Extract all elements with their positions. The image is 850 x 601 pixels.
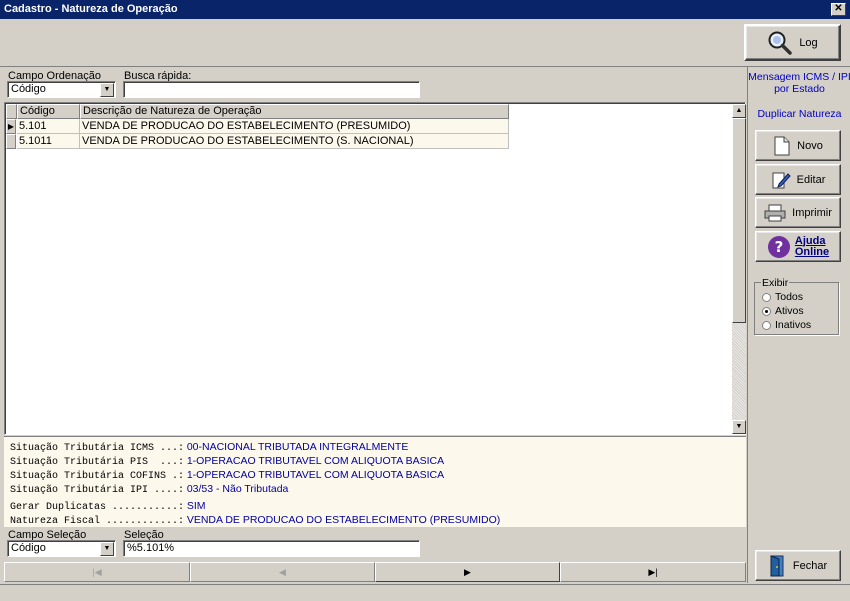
- nav-prev-button[interactable]: ◀: [190, 562, 375, 582]
- nav-last-button[interactable]: ▶|: [560, 562, 746, 582]
- selection-field-value: Código: [11, 542, 46, 554]
- grid-cell-description[interactable]: VENDA DE PRODUCAO DO ESTABELECIMENTO (S.…: [80, 134, 509, 149]
- show-group-label: Exibir: [761, 277, 790, 289]
- svg-text:?: ?: [775, 238, 784, 256]
- scroll-up-button[interactable]: ▲: [732, 104, 746, 118]
- radio-all[interactable]: Todos: [762, 291, 803, 303]
- help-question-icon: ?: [767, 235, 790, 258]
- radio-button[interactable]: [762, 320, 771, 330]
- printer-icon: [764, 204, 786, 221]
- chevron-down-icon[interactable]: ▼: [100, 83, 114, 97]
- detail-row-cofins: Situação Tributária COFINS .: 1-OPERACAO…: [10, 469, 445, 482]
- new-button[interactable]: Novo: [755, 130, 841, 161]
- nav-first-button[interactable]: |◀: [4, 562, 190, 582]
- radio-button[interactable]: [762, 292, 771, 302]
- edit-label: Editar: [796, 173, 826, 186]
- grid-corner: [6, 104, 17, 119]
- print-button[interactable]: Imprimir: [755, 197, 841, 228]
- detail-row-duplicates: Gerar Duplicatas ...........: SIM: [10, 500, 206, 513]
- edit-pencil-icon: [772, 172, 791, 188]
- order-field-select[interactable]: Código ▼: [7, 81, 116, 98]
- log-label: Log: [799, 36, 818, 49]
- details-panel: Situação Tributária ICMS ...: 00-NACIONA…: [4, 436, 746, 527]
- grid-header-description[interactable]: Descrição de Natureza de Operação: [80, 104, 509, 119]
- new-document-icon: [774, 136, 790, 155]
- detail-row-ipi: Situação Tributária IPI ....: 03/53 - Nã…: [10, 483, 289, 496]
- selection-field-select[interactable]: Código ▼: [7, 540, 116, 557]
- help-label: Ajuda Online: [794, 234, 830, 258]
- scroll-thumb[interactable]: [732, 118, 746, 323]
- edit-button[interactable]: Editar: [755, 164, 841, 195]
- detail-row-fiscal: Natureza Fiscal ............: VENDA DE P…: [10, 514, 501, 527]
- grid-cell-code[interactable]: 5.101: [17, 119, 80, 134]
- top-toolbar: [0, 19, 850, 67]
- window-title: Cadastro - Natureza de Operação: [4, 3, 178, 15]
- chevron-down-icon[interactable]: ▼: [100, 542, 114, 556]
- prev-record-icon: ◀: [279, 567, 286, 577]
- selection-input[interactable]: %5.101%: [123, 540, 420, 557]
- operations-grid: Código Descrição de Natureza de Operação…: [4, 102, 746, 435]
- new-label: Novo: [797, 139, 823, 152]
- scroll-down-button[interactable]: ▼: [732, 420, 746, 434]
- magnifier-icon: [768, 31, 793, 55]
- status-bar: [0, 584, 850, 601]
- window-title-bar: Cadastro - Natureza de Operação: [0, 0, 850, 19]
- nav-next-button[interactable]: ▶: [375, 562, 560, 582]
- row-indicator: [6, 134, 16, 149]
- detail-row-pis: Situação Tributária PIS ...: 1-OPERACAO …: [10, 455, 445, 468]
- close-icon: ✕: [834, 3, 843, 14]
- show-filter-group: Exibir Todos Ativos Inativos: [754, 277, 839, 335]
- print-label: Imprimir: [792, 206, 832, 219]
- quick-search-input[interactable]: [123, 81, 420, 98]
- grid-header-code[interactable]: Código: [17, 104, 80, 119]
- grid-cell-code[interactable]: 5.1011: [17, 134, 80, 149]
- order-field-value: Código: [11, 83, 46, 95]
- radio-active[interactable]: Ativos: [762, 305, 804, 317]
- next-record-icon: ▶: [464, 567, 471, 577]
- exit-door-icon: [770, 554, 784, 576]
- grid-cell-description[interactable]: VENDA DE PRODUCAO DO ESTABELECIMENTO (PR…: [80, 119, 509, 134]
- radio-button-selected[interactable]: [762, 306, 771, 316]
- close-button[interactable]: Fechar: [755, 550, 841, 581]
- close-window-button[interactable]: ✕: [831, 3, 846, 16]
- duplicate-nature-link[interactable]: Duplicar Natureza: [748, 108, 850, 120]
- detail-row-icms: Situação Tributária ICMS ...: 00-NACIONA…: [10, 441, 409, 454]
- log-button[interactable]: Log: [744, 24, 841, 61]
- last-record-icon: ▶|: [648, 567, 658, 577]
- current-row-indicator: ▶: [6, 119, 16, 134]
- first-record-icon: |◀: [92, 567, 102, 577]
- close-label: Fechar: [792, 559, 828, 572]
- help-online-button[interactable]: ? Ajuda Online: [755, 231, 841, 262]
- icms-message-link[interactable]: Mensagem ICMS / IPI por Estado: [748, 71, 850, 95]
- radio-inactive[interactable]: Inativos: [762, 319, 811, 331]
- grid-vertical-scrollbar[interactable]: ▲ ▼: [732, 104, 746, 434]
